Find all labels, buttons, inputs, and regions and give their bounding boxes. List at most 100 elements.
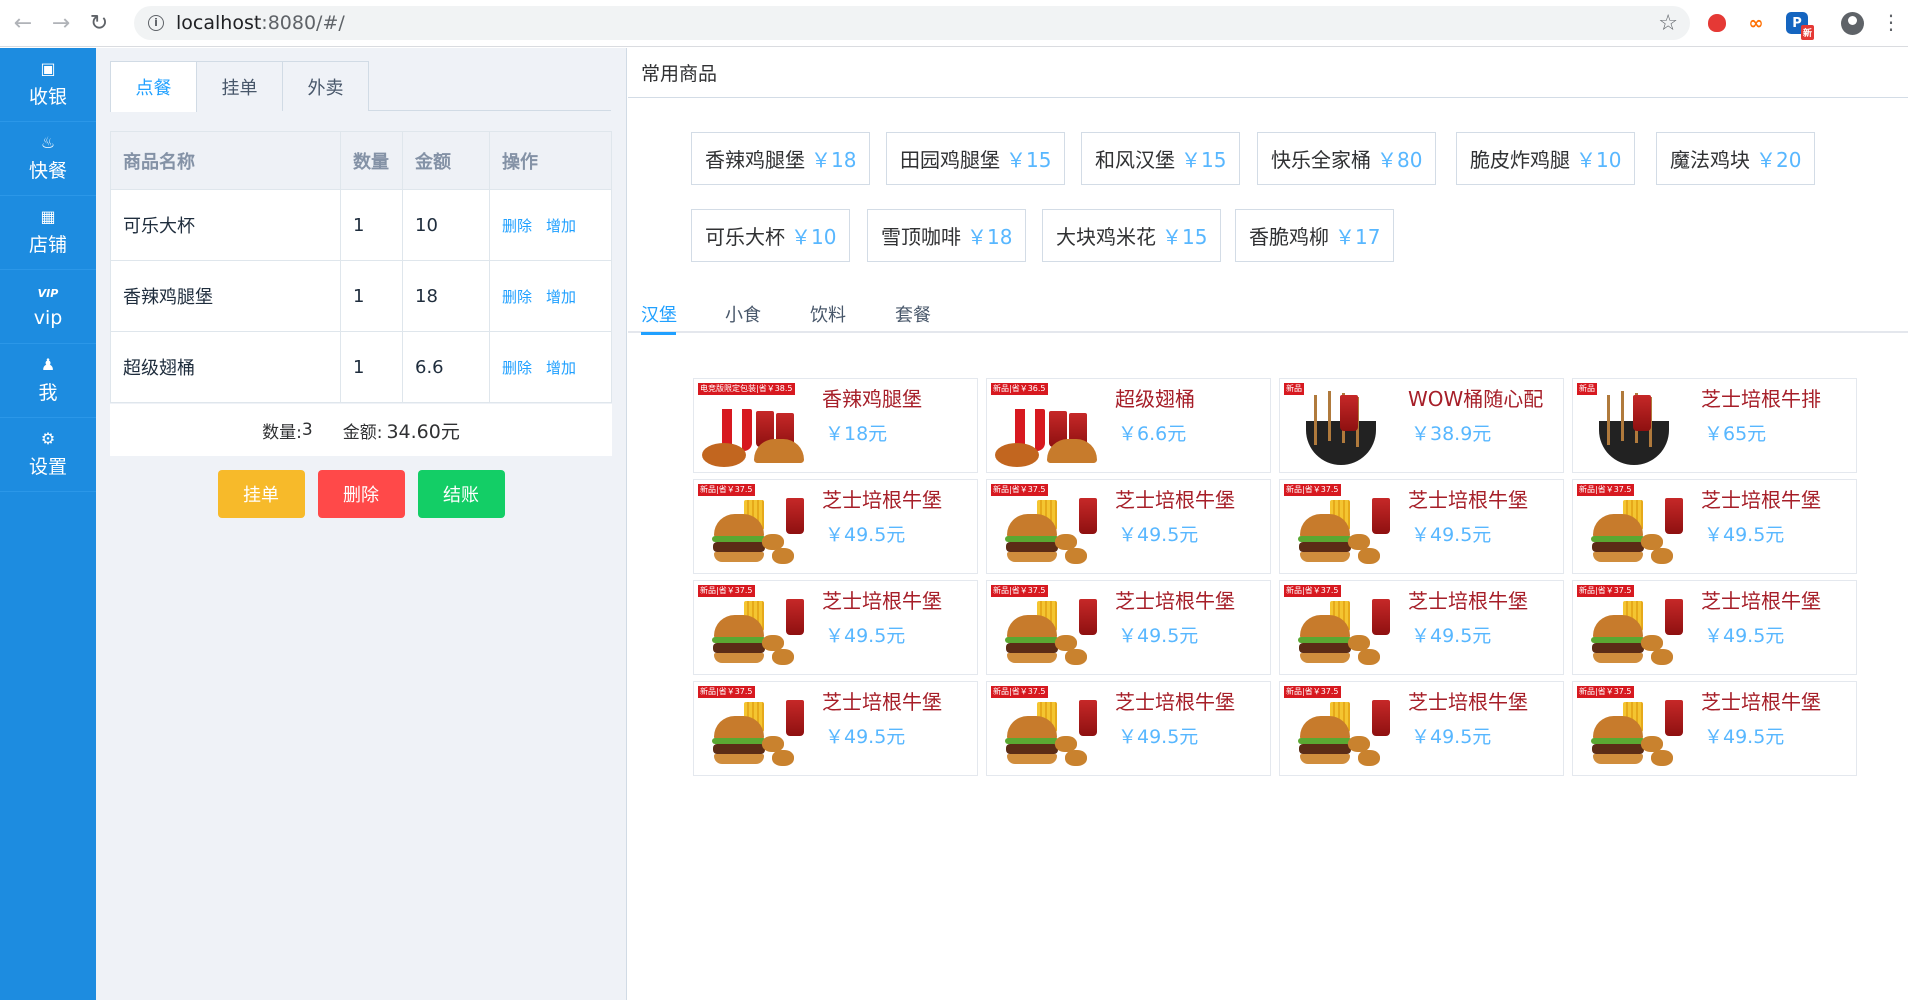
goods-price: ￥6.6元 xyxy=(1118,423,1187,445)
count-label: 数量: xyxy=(262,422,302,443)
common-goods-name: 脆皮炸鸡腿 xyxy=(1470,148,1570,172)
common-goods-item[interactable]: 雪顶咖啡 ￥18 xyxy=(867,209,1027,262)
info-icon[interactable]: i xyxy=(148,15,164,31)
goods-image: 新品|省￥37.5 xyxy=(1577,484,1685,570)
goods-image: 新品|省￥37.5 xyxy=(698,484,806,570)
delete-link[interactable]: 删除 xyxy=(502,359,532,377)
goods-name: 芝士培根牛堡 xyxy=(1701,589,1821,613)
goods-image: 新品|省￥37.5 xyxy=(991,484,1099,570)
hang-order-button[interactable]: 挂单 xyxy=(217,470,305,518)
common-goods-price: ￥10 xyxy=(1576,148,1622,172)
goods-card[interactable]: 新品|省￥37.5 芝士培根牛堡 ￥49.5元 xyxy=(986,681,1271,776)
food-illustration xyxy=(1665,498,1683,534)
amount-label: 金额: xyxy=(342,422,383,443)
goods-card[interactable]: 新品|省￥37.5 芝士培根牛堡 ￥49.5元 xyxy=(986,580,1271,675)
shield-extension-icon[interactable] xyxy=(1706,12,1728,34)
common-goods-item[interactable]: 香脆鸡柳 ￥17 xyxy=(1235,209,1395,262)
nav-item-vip[interactable]: VIP vip xyxy=(0,270,96,344)
tab-takeout[interactable]: 外卖 xyxy=(282,61,369,111)
food-illustration xyxy=(714,552,764,562)
nav-item-shop[interactable]: ▦ 店铺 xyxy=(0,196,96,270)
url-text[interactable]: localhost:8080/#/ xyxy=(176,12,345,34)
goods-card[interactable]: 新品|省￥37.5 芝士培根牛堡 ￥49.5元 xyxy=(693,580,978,675)
cell-amount: 10 xyxy=(402,189,490,261)
goods-card[interactable]: 新品|省￥36.5 超级翅桶 ￥6.6元 xyxy=(986,378,1271,473)
goods-name: 超级翅桶 xyxy=(1115,387,1195,411)
col-header-name: 商品名称 xyxy=(110,131,341,190)
cell-amount: 6.6 xyxy=(402,331,490,403)
food-illustration xyxy=(1593,653,1643,663)
common-goods-item[interactable]: 和风汉堡 ￥15 xyxy=(1081,132,1241,185)
tab-combo[interactable]: 套餐 xyxy=(895,293,931,333)
bookmark-star-icon[interactable]: ☆ xyxy=(1658,11,1678,36)
delete-order-button[interactable]: 删除 xyxy=(317,470,405,518)
order-summary: 数量: 3 金额: 34.60元 xyxy=(110,404,612,456)
tab-snack[interactable]: 小食 xyxy=(725,293,761,333)
common-goods-item[interactable]: 田园鸡腿堡 ￥15 xyxy=(886,132,1066,185)
account-icon[interactable] xyxy=(1841,12,1864,35)
promo-badge: 新品|省￥37.5 xyxy=(698,686,755,698)
p-extension-icon[interactable]: P新 xyxy=(1786,12,1814,40)
common-goods-price: ￥10 xyxy=(791,225,837,249)
tab-drink[interactable]: 饮料 xyxy=(810,293,846,333)
nav-label: 快餐 xyxy=(28,160,67,182)
goods-card[interactable]: 新品|省￥37.5 芝士培根牛堡 ￥49.5元 xyxy=(693,681,978,776)
goods-card[interactable]: 新品 WOW桶随心配 ￥38.9元 xyxy=(1279,378,1564,473)
amount-value: 34.60元 xyxy=(386,420,460,443)
common-goods-price: ￥80 xyxy=(1377,148,1423,172)
food-illustration xyxy=(1006,643,1058,653)
common-goods-price: ￥15 xyxy=(1181,148,1227,172)
order-panel: 点餐 挂单 外卖 商品名称 数量 金额 操作 可乐大杯 1 10 删除 增加 香辣… xyxy=(96,48,627,1000)
goods-card[interactable]: 新品|省￥37.5 芝士培根牛堡 ￥49.5元 xyxy=(1572,681,1857,776)
reload-icon[interactable]: ↻ xyxy=(84,8,114,38)
address-bar[interactable]: i localhost:8080/#/ ☆ xyxy=(134,6,1690,40)
goods-card[interactable]: 新品|省￥37.5 芝士培根牛堡 ￥49.5元 xyxy=(1572,479,1857,574)
food-illustration xyxy=(1300,552,1350,562)
delete-link[interactable]: 删除 xyxy=(502,217,532,235)
nav-item-cashier[interactable]: ▣ 收银 xyxy=(0,48,96,122)
goods-image: 电竞版限定包装|省￥38.5 xyxy=(698,383,806,469)
nav-item-settings[interactable]: ⚙ 设置 xyxy=(0,418,96,492)
food-illustration xyxy=(1651,750,1673,766)
order-table: 商品名称 数量 金额 操作 可乐大杯 1 10 删除 增加 香辣鸡腿堡 1 18 … xyxy=(110,131,612,403)
food-illustration xyxy=(1299,744,1351,754)
goods-name: 芝士培根牛堡 xyxy=(1408,589,1528,613)
food-illustration xyxy=(1665,599,1683,635)
common-goods-item[interactable]: 可乐大杯 ￥10 xyxy=(691,209,851,262)
goods-card[interactable]: 新品|省￥37.5 芝士培根牛堡 ￥49.5元 xyxy=(1572,580,1857,675)
add-link[interactable]: 增加 xyxy=(546,288,576,306)
food-illustration xyxy=(772,750,794,766)
delete-link[interactable]: 删除 xyxy=(502,288,532,306)
goods-card[interactable]: 新品|省￥37.5 芝士培根牛堡 ￥49.5元 xyxy=(1279,479,1564,574)
goods-name: 芝士培根牛堡 xyxy=(822,589,942,613)
goods-card[interactable]: 新品|省￥37.5 芝士培根牛堡 ￥49.5元 xyxy=(1279,681,1564,776)
cell-name: 香辣鸡腿堡 xyxy=(110,260,341,332)
tab-burger[interactable]: 汉堡 xyxy=(641,293,677,333)
add-link[interactable]: 增加 xyxy=(546,359,576,377)
forward-icon[interactable]: → xyxy=(46,8,76,38)
common-goods-item[interactable]: 快乐全家桶 ￥80 xyxy=(1257,132,1437,185)
nav-item-fastfood[interactable]: ♨ 快餐 xyxy=(0,122,96,196)
cell-qty: 1 xyxy=(340,331,403,403)
food-illustration xyxy=(1079,700,1097,736)
tab-order[interactable]: 点餐 xyxy=(110,61,197,112)
tab-hang[interactable]: 挂单 xyxy=(196,61,283,111)
more-menu-icon[interactable]: ⋮ xyxy=(1881,12,1901,32)
common-goods-item[interactable]: 大块鸡米花 ￥15 xyxy=(1042,209,1222,262)
goods-card[interactable]: 新品|省￥37.5 芝士培根牛堡 ￥49.5元 xyxy=(1279,580,1564,675)
goods-card[interactable]: 新品|省￥37.5 芝士培根牛堡 ￥49.5元 xyxy=(693,479,978,574)
checkout-button[interactable]: 结账 xyxy=(417,470,505,518)
goods-name: WOW桶随心配 xyxy=(1408,387,1544,411)
infinity-extension-icon[interactable]: ∞ xyxy=(1745,12,1767,34)
common-goods-item[interactable]: 香辣鸡腿堡 ￥18 xyxy=(691,132,871,185)
shop-icon: ▦ xyxy=(40,207,56,226)
back-icon[interactable]: ← xyxy=(8,8,38,38)
common-goods-item[interactable]: 魔法鸡块 ￥20 xyxy=(1656,132,1816,185)
nav-item-me[interactable]: ♟ 我 xyxy=(0,344,96,418)
goods-card[interactable]: 新品 芝士培根牛排 ￥65元 xyxy=(1572,378,1857,473)
goods-card[interactable]: 电竞版限定包装|省￥38.5 香辣鸡腿堡 ￥18元 xyxy=(693,378,978,473)
add-link[interactable]: 增加 xyxy=(546,217,576,235)
goods-name: 芝士培根牛堡 xyxy=(1701,690,1821,714)
goods-card[interactable]: 新品|省￥37.5 芝士培根牛堡 ￥49.5元 xyxy=(986,479,1271,574)
common-goods-item[interactable]: 脆皮炸鸡腿 ￥10 xyxy=(1456,132,1636,185)
